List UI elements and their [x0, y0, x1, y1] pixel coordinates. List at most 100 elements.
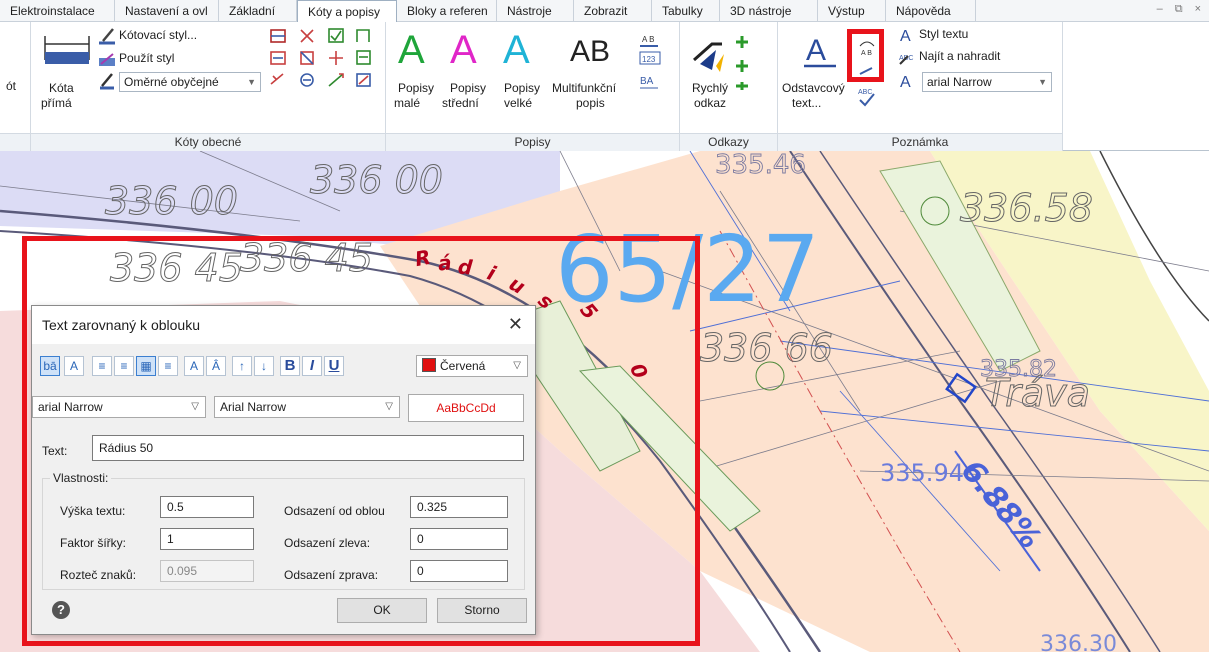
styl-textu-button[interactable]: Styl textu: [919, 27, 968, 41]
panel-title-poznamka: Poznámka: [778, 133, 1062, 151]
arc-text-dialog: Text zarovnaný k oblouku ✕ bā A ≡ ≡ ▦ ≡ …: [31, 305, 536, 635]
elevation-label: 336.30: [1040, 632, 1117, 652]
odstavcovy-text-label2[interactable]: text...: [792, 96, 821, 110]
find-replace-icon: ABC: [899, 55, 913, 65]
arc-text-inner-icon[interactable]: A: [64, 356, 84, 376]
popisy-male-icon[interactable]: A: [398, 30, 425, 70]
ok-button[interactable]: OK: [337, 598, 427, 623]
odsazeni-oblou-input[interactable]: 0.325: [410, 496, 508, 518]
font-style-icon: A: [900, 74, 911, 90]
ribbon-tab-bar: Elektroinstalace Nastavení a ovl Základn…: [0, 0, 1209, 23]
pen-ruler-icon: [99, 28, 115, 45]
roztec-znaku-input: 0.095: [160, 560, 254, 582]
popisy-velke-icon[interactable]: A: [503, 30, 530, 70]
font-select-2[interactable]: Arial Narrow ▽: [214, 396, 400, 418]
apply-style-icon: [99, 53, 115, 66]
rychly-odkaz-label2[interactable]: odkaz: [694, 96, 726, 110]
rychly-odkaz-label1[interactable]: Rychlý: [692, 81, 728, 95]
close-icon[interactable]: ✕: [508, 314, 523, 335]
color-swatch: [422, 358, 436, 372]
tab-koty-a-popisy[interactable]: Kóty a popisy: [297, 0, 397, 23]
popisy-stredni-icon[interactable]: A: [450, 30, 477, 70]
svg-text:A: A: [900, 74, 911, 90]
text-outward-icon[interactable]: A: [184, 356, 204, 376]
align-fit-icon[interactable]: ▦: [136, 356, 156, 376]
popisy-velke-label1[interactable]: Popisy: [504, 81, 540, 95]
panel-koty-obecne: Kóta přímá Kótovací styl... Použít styl …: [31, 22, 386, 151]
kota-prima-label1[interactable]: Kóta: [49, 81, 74, 95]
text-input[interactable]: Rádius 50: [92, 435, 524, 461]
tab-3d-nastroje[interactable]: 3D nástroje: [720, 0, 818, 21]
help-icon[interactable]: ?: [52, 601, 70, 619]
odstavcovy-text-label1[interactable]: Odstavcový: [782, 81, 845, 95]
text-label: Text:: [42, 444, 68, 458]
tab-elektroinstalace[interactable]: Elektroinstalace: [0, 0, 115, 21]
elevation-label: 336 66: [700, 326, 833, 370]
tab-nastaveni[interactable]: Nastavení a ovl: [115, 0, 219, 21]
multifunkcni-popis-icon[interactable]: AB: [570, 32, 610, 72]
najit-nahradit-button[interactable]: Najít a nahradit: [919, 49, 1000, 63]
text-format-icons[interactable]: A B 123 BA: [636, 32, 676, 102]
text-style-combo[interactable]: arial Narrow ▼: [922, 72, 1052, 92]
vyska-textu-input[interactable]: 0.5: [160, 496, 254, 518]
elevation-label: 336 00: [105, 179, 238, 223]
tab-zobrazit[interactable]: Zobrazit: [574, 0, 652, 21]
ribbon: ót Kóta přímá Kótovací styl... Použít st…: [0, 22, 1209, 151]
direction-up-icon[interactable]: ↑: [232, 356, 252, 376]
direction-down-icon[interactable]: ↓: [254, 356, 274, 376]
restore-icon[interactable]: ⧉: [1175, 3, 1183, 16]
odsazeni-zleva-input[interactable]: 0: [410, 528, 508, 550]
popisy-velke-label2[interactable]: velké: [504, 96, 532, 110]
color-select[interactable]: Červená ▽: [416, 355, 528, 377]
paragraph-text-icon[interactable]: A: [802, 30, 842, 74]
minimize-icon[interactable]: –: [1157, 3, 1163, 16]
panel-title-odkazy: Odkazy: [680, 133, 777, 151]
panel-partial: ót: [0, 22, 31, 151]
odsazeni-zprava-input[interactable]: 0: [410, 560, 508, 582]
bold-icon[interactable]: B: [280, 356, 300, 376]
popisy-stredni-label1[interactable]: Popisy: [450, 81, 486, 95]
text-inward-icon[interactable]: Â: [206, 356, 226, 376]
storno-button[interactable]: Storno: [437, 598, 527, 623]
kota-prima-label2[interactable]: přímá: [41, 96, 72, 110]
panel-title-koty: Kóty obecné: [31, 133, 385, 151]
arc-text-outer-icon[interactable]: bā: [40, 356, 60, 376]
tab-tabulky[interactable]: Tabulky: [652, 0, 720, 21]
close-icon[interactable]: ×: [1195, 3, 1201, 16]
align-center-icon[interactable]: ≡: [158, 356, 178, 376]
underline-icon[interactable]: U: [324, 356, 344, 376]
popisy-male-label2[interactable]: malé: [394, 96, 420, 110]
properties-label: Vlastnosti:: [50, 471, 112, 485]
popisy-stredni-label2[interactable]: střední: [442, 96, 479, 110]
multifunkcni-label1[interactable]: Multifunkční: [552, 81, 616, 95]
window-controls: – ⧉ ×: [1157, 3, 1201, 16]
odsazeni-zprava-label: Odsazení zprava:: [284, 568, 379, 582]
tab-bloky[interactable]: Bloky a referen: [397, 0, 497, 21]
kotovaci-styl-button[interactable]: Kótovací styl...: [119, 28, 197, 42]
italic-icon[interactable]: I: [302, 356, 322, 376]
tab-nastroje[interactable]: Nástroje: [497, 0, 574, 21]
font-select-1[interactable]: arial Narrow ▽: [32, 396, 206, 418]
dimension-style-combo[interactable]: Oměrné obyčejné ▼: [119, 72, 261, 92]
highlight-arc-text-tool: [847, 29, 884, 82]
dimension-tools-grid[interactable]: [269, 26, 381, 96]
align-right-icon[interactable]: ≡: [114, 356, 134, 376]
svg-text:A: A: [900, 28, 911, 44]
svg-text:A B: A B: [642, 35, 654, 44]
panel-poznamka: A Odstavcový text... A B ABC A Styl text…: [778, 22, 1063, 151]
tab-vystup[interactable]: Výstup: [818, 0, 886, 21]
faktor-sirky-input[interactable]: 1: [160, 528, 254, 550]
popisy-male-label1[interactable]: Popisy: [398, 81, 434, 95]
pouzit-styl-button[interactable]: Použít styl: [119, 51, 174, 65]
font-preview: AaBbCcDd: [408, 394, 524, 422]
svg-text:A: A: [806, 34, 826, 67]
elevation-label: 335.94: [880, 459, 964, 487]
tab-zakladni[interactable]: Základní: [219, 0, 297, 21]
tab-napoveda[interactable]: Nápověda: [886, 0, 976, 21]
surface-label: Tráva: [985, 371, 1090, 415]
align-left-icon[interactable]: ≡: [92, 356, 112, 376]
multifunkcni-label2[interactable]: popis: [576, 96, 605, 110]
svg-text:ABC: ABC: [858, 89, 872, 96]
dimension-linear-icon[interactable]: [43, 30, 93, 70]
partial-label: ót: [6, 79, 17, 93]
